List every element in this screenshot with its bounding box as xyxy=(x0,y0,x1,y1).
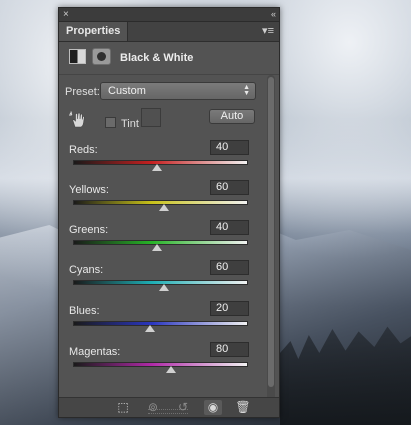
slider-greens: Greens: 40 xyxy=(59,220,269,264)
slider-thumb[interactable] xyxy=(166,366,176,373)
tint-label: Tint xyxy=(121,118,139,130)
slider-label: Magentas: xyxy=(69,346,121,358)
slider-magentas: Magentas: 80 xyxy=(59,342,269,386)
slider-thumb[interactable] xyxy=(159,284,169,291)
slider-label: Blues: xyxy=(69,305,100,317)
tab-bar: Properties ▾≡ xyxy=(59,22,279,42)
preset-dropdown[interactable]: Custom ▲ ▼ xyxy=(100,82,256,100)
auto-button[interactable]: Auto xyxy=(209,109,255,124)
slider-thumb[interactable] xyxy=(152,244,162,251)
slider-value-field[interactable]: 20 xyxy=(210,301,249,316)
dropdown-arrows-icon: ▲ ▼ xyxy=(243,84,250,97)
black-white-adjustment-icon[interactable] xyxy=(69,49,86,64)
slider-reds: Reds: 40 xyxy=(59,140,269,184)
slider-value-field[interactable]: 40 xyxy=(210,220,249,235)
slider-value-field[interactable]: 60 xyxy=(210,260,249,275)
adjustment-title: Black & White xyxy=(120,52,194,64)
trash-icon[interactable]: 🗑 xyxy=(234,400,252,415)
slider-thumb[interactable] xyxy=(152,164,162,171)
slider-label: Yellows: xyxy=(69,184,109,196)
layer-mask-icon[interactable] xyxy=(92,48,111,65)
preset-value: Custom xyxy=(108,85,146,97)
collapse-icon[interactable]: « xyxy=(271,8,276,21)
slider-thumb[interactable] xyxy=(145,325,155,332)
slider-yellows: Yellows: 60 xyxy=(59,180,269,224)
panel-titlebar[interactable]: × « xyxy=(59,8,279,22)
targeted-adjustment-hand-icon[interactable] xyxy=(69,111,87,129)
visibility-eye-icon[interactable]: ◉ xyxy=(204,400,222,415)
tint-color-swatch[interactable] xyxy=(141,108,161,127)
tab-properties[interactable]: Properties xyxy=(59,22,129,41)
slider-value-field[interactable]: 40 xyxy=(210,140,249,155)
slider-cyans: Cyans: 60 xyxy=(59,260,269,304)
panel-menu-icon[interactable]: ▾≡ xyxy=(262,25,274,38)
adjustment-header: Black & White xyxy=(59,42,279,75)
scrollbar-thumb[interactable] xyxy=(268,77,274,387)
slider-track[interactable] xyxy=(73,362,248,367)
clip-to-layer-icon[interactable]: ⬚ xyxy=(114,400,132,415)
preset-label: Preset: xyxy=(65,86,100,98)
slider-thumb[interactable] xyxy=(159,204,169,211)
slider-label: Cyans: xyxy=(69,264,104,276)
scrollbar[interactable] xyxy=(267,75,275,400)
slider-value-field[interactable]: 80 xyxy=(210,342,249,357)
slider-label: Greens: xyxy=(69,224,109,236)
view-previous-state-icon[interactable]: ⊚ xyxy=(144,400,162,415)
panel-footer: ⬚ ⊚ ↺ ◉ 🗑 xyxy=(59,397,279,417)
slider-blues: Blues: 20 xyxy=(59,301,269,345)
close-icon[interactable]: × xyxy=(63,8,69,21)
properties-panel: × « Properties ▾≡ Black & White Preset: … xyxy=(58,7,280,418)
slider-value-field[interactable]: 60 xyxy=(210,180,249,195)
slider-track[interactable] xyxy=(73,321,248,326)
slider-label: Reds: xyxy=(69,144,98,156)
tint-checkbox[interactable] xyxy=(105,117,116,128)
reset-icon[interactable]: ↺ xyxy=(174,400,192,415)
